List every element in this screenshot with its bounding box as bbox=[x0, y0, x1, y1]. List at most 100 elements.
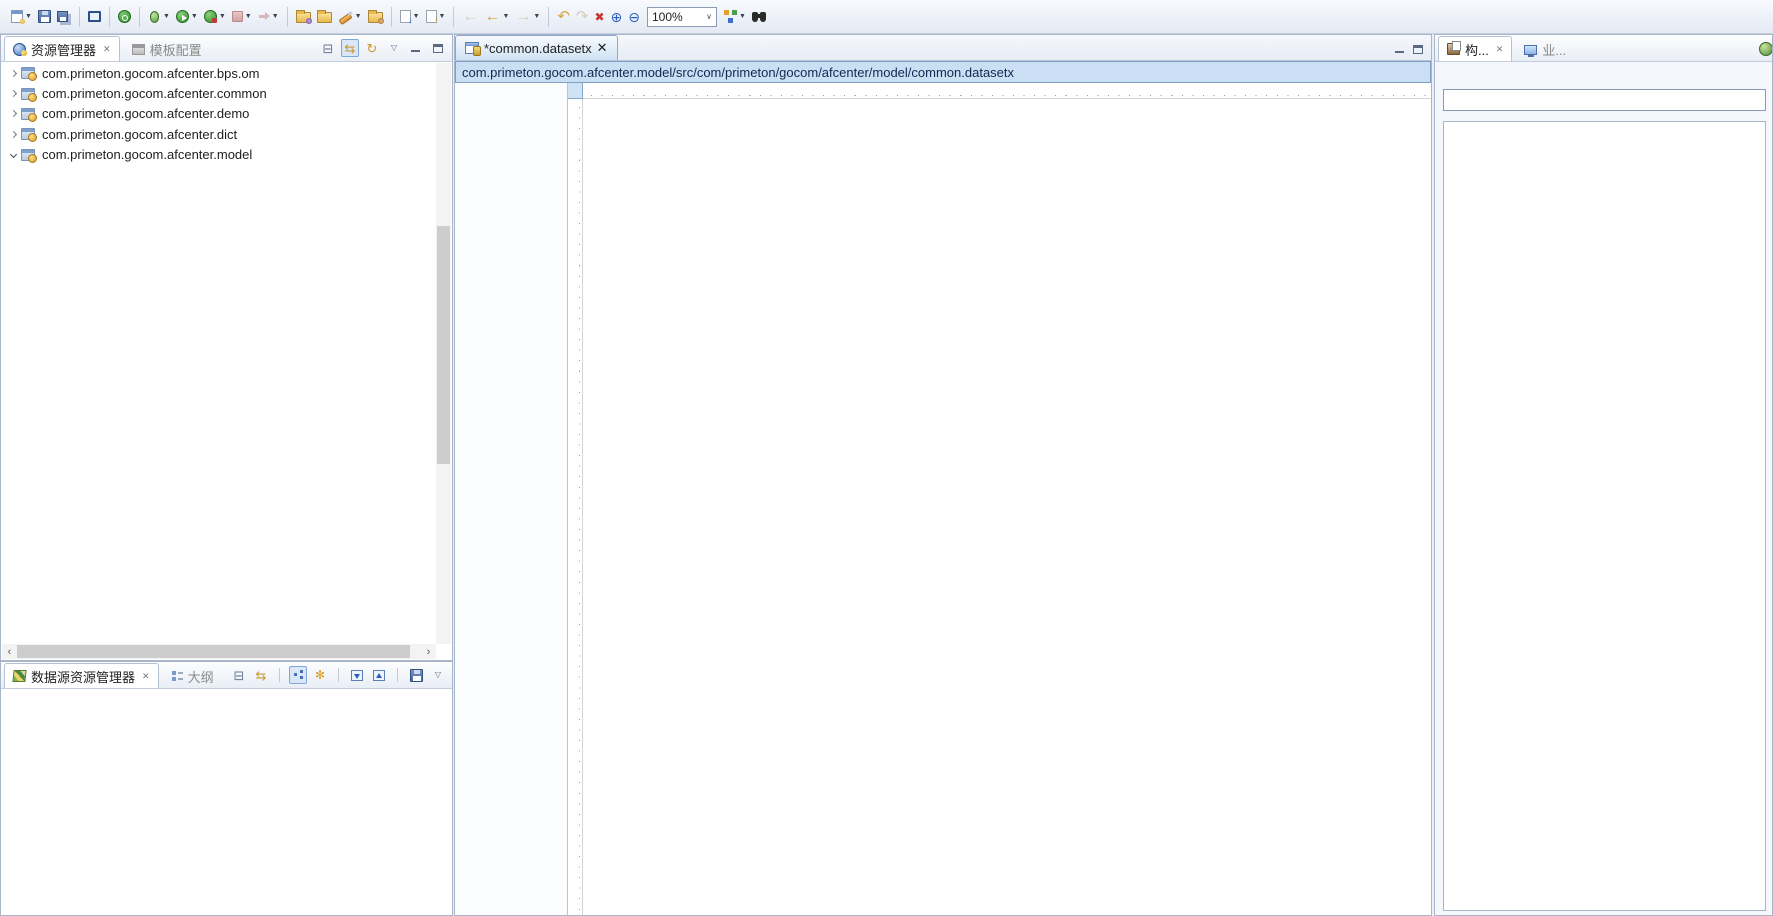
breadcrumb[interactable]: com.primeton.gocom.afcenter.model/src/co… bbox=[455, 61, 1431, 83]
datasource-tree bbox=[2, 692, 451, 914]
dropdown-arrow-icon[interactable]: ▼ bbox=[502, 13, 509, 20]
dropdown-arrow-icon[interactable]: ▼ bbox=[533, 13, 540, 20]
dropdown-arrow-icon[interactable]: ▼ bbox=[739, 13, 746, 20]
explorer-vscrollbar-thumb[interactable] bbox=[437, 226, 450, 464]
dropdown-arrow-icon[interactable]: ▼ bbox=[245, 13, 252, 20]
collapse-all-button[interactable]: ⊟ bbox=[230, 666, 248, 684]
forward-button[interactable]: →▼ bbox=[512, 6, 543, 28]
collapsed-arrow-icon[interactable] bbox=[6, 91, 21, 96]
stop-button[interactable]: ▼ bbox=[229, 8, 255, 25]
collapse-all-button[interactable]: ⊟ bbox=[319, 39, 337, 57]
tree-item[interactable]: com.primeton.gocom.afcenter.common bbox=[2, 83, 436, 103]
folder-plain-button[interactable] bbox=[314, 7, 335, 26]
redo-button[interactable]: ↷ bbox=[573, 6, 592, 27]
tab-common-datasetx[interactable]: *common.datasetx ✕ bbox=[455, 35, 618, 60]
link-editor-button[interactable]: ⇆ bbox=[341, 39, 359, 57]
menu-button[interactable]: ▽ bbox=[429, 666, 447, 684]
tree-item[interactable]: com.primeton.gocom.afcenter.dict bbox=[2, 124, 436, 144]
collapsed-arrow-icon[interactable] bbox=[6, 132, 21, 137]
toolbar-separator bbox=[391, 7, 392, 27]
link-editor-button[interactable]: ⇆ bbox=[252, 666, 270, 684]
tab-resource-explorer[interactable]: 资源管理器 ✕ bbox=[4, 36, 120, 61]
debug-button[interactable]: ▼ bbox=[145, 8, 173, 26]
export-button[interactable] bbox=[370, 666, 388, 684]
step-button[interactable]: ▼ bbox=[255, 8, 282, 25]
delete-icon: ✖ bbox=[594, 11, 604, 23]
back-pale-button[interactable]: ← bbox=[459, 6, 481, 28]
collapsed-arrow-icon[interactable] bbox=[6, 111, 21, 116]
toolbar-separator bbox=[338, 668, 339, 682]
redo-icon: ↷ bbox=[576, 9, 589, 24]
explorer-hscrollbar-thumb[interactable] bbox=[17, 645, 410, 658]
tab-components[interactable]: 构... ✕ bbox=[1438, 36, 1512, 61]
tab-template-config[interactable]: 模板配置 bbox=[123, 36, 211, 61]
close-icon[interactable]: ✕ bbox=[1496, 44, 1504, 55]
tab-partial[interactable] bbox=[1750, 36, 1772, 61]
dropdown-arrow-icon[interactable]: ▼ bbox=[25, 13, 32, 20]
diagram-canvas[interactable] bbox=[568, 83, 1431, 915]
dropdown-arrow-icon[interactable]: ▼ bbox=[191, 13, 198, 20]
save-button[interactable] bbox=[35, 7, 54, 26]
minimize-icon[interactable] bbox=[1395, 45, 1405, 54]
editor-tab-label: *common.datasetx bbox=[484, 41, 592, 56]
close-icon[interactable]: ✕ bbox=[597, 40, 608, 56]
tab-business[interactable]: 业... bbox=[1515, 36, 1575, 61]
undo-button[interactable]: ↶ bbox=[554, 6, 573, 27]
scroll-left-icon[interactable]: ‹ bbox=[2, 644, 17, 659]
explorer-hscrollbar[interactable]: ‹ › bbox=[2, 644, 436, 659]
tree-item[interactable]: com.primeton.gocom.afcenter.bps.om bbox=[2, 63, 436, 83]
start-server-button[interactable] bbox=[115, 7, 134, 26]
connect-button[interactable]: ✻ bbox=[311, 666, 329, 684]
min-button[interactable] bbox=[407, 39, 425, 57]
dropdown-arrow-icon[interactable]: ▼ bbox=[272, 13, 279, 20]
components-icon bbox=[1447, 43, 1460, 55]
maximize-icon[interactable] bbox=[1413, 45, 1423, 54]
component-search-input[interactable] bbox=[1443, 89, 1766, 111]
expanded-arrow-icon[interactable] bbox=[6, 152, 21, 157]
open-folder-button[interactable] bbox=[293, 7, 314, 26]
checkin-button[interactable]: ▼ bbox=[397, 7, 423, 26]
diagram-area[interactable] bbox=[583, 99, 1431, 915]
save-conn-button[interactable] bbox=[407, 666, 425, 684]
close-icon[interactable]: ✕ bbox=[142, 671, 150, 682]
zoom-out-button[interactable]: ⊖ bbox=[625, 7, 643, 27]
console-button[interactable] bbox=[85, 8, 104, 25]
max-button[interactable] bbox=[429, 39, 447, 57]
zoom-level-combo[interactable]: 100%∨ bbox=[647, 7, 717, 27]
dropdown-arrow-icon[interactable]: ▼ bbox=[413, 13, 420, 20]
max-icon bbox=[433, 44, 443, 53]
application-window: ▼▼▼▼▼▼▼▼▼←←▼→▼↶↷✖⊕⊖100%∨▼ 资源管理器 ✕ 模板配置 ⊟… bbox=[0, 0, 1773, 916]
zoom-in-button[interactable]: ⊕ bbox=[608, 7, 626, 27]
import-button[interactable] bbox=[348, 666, 366, 684]
back-button[interactable]: ←▼ bbox=[481, 6, 512, 28]
layout-button[interactable]: ▼ bbox=[721, 7, 749, 26]
menu-button[interactable]: ▽ bbox=[385, 39, 403, 57]
save-all-button[interactable] bbox=[54, 8, 74, 25]
dropdown-arrow-icon[interactable]: ▼ bbox=[163, 13, 170, 20]
dropdown-arrow-icon[interactable]: ▼ bbox=[219, 13, 226, 20]
search-button[interactable] bbox=[749, 8, 770, 26]
right-tabbar: 构... ✕ 业... bbox=[1435, 35, 1772, 62]
console-icon bbox=[88, 11, 101, 22]
dropdown-arrow-icon[interactable]: ▼ bbox=[439, 13, 446, 20]
profile-icon bbox=[204, 10, 217, 23]
checkout-button[interactable]: ▼ bbox=[423, 7, 449, 26]
scroll-right-icon[interactable]: › bbox=[421, 644, 436, 659]
tab-datasource-explorer[interactable]: 数据源资源管理器 ✕ bbox=[4, 663, 159, 688]
tree-item[interactable]: com.primeton.gocom.afcenter.demo bbox=[2, 104, 436, 124]
tree-mode-button[interactable] bbox=[289, 666, 307, 684]
new-button[interactable]: ▼ bbox=[8, 7, 35, 26]
profile-button[interactable]: ▼ bbox=[201, 7, 229, 26]
tab-outline[interactable]: 大纲 bbox=[162, 663, 223, 688]
dropdown-arrow-icon[interactable]: ▼ bbox=[355, 13, 362, 20]
deploy-button[interactable]: ▼ bbox=[335, 7, 365, 27]
forward-icon: → bbox=[515, 9, 531, 25]
folder-ball-button[interactable] bbox=[365, 7, 386, 26]
tree-item[interactable]: com.primeton.gocom.afcenter.model bbox=[2, 145, 436, 165]
close-icon[interactable]: ✕ bbox=[103, 44, 111, 55]
delete-button[interactable]: ✖ bbox=[591, 8, 607, 26]
collapsed-arrow-icon[interactable] bbox=[6, 71, 21, 76]
run-button[interactable]: ▼ bbox=[173, 7, 201, 26]
refresh-button[interactable]: ↻ bbox=[363, 39, 381, 57]
explorer-vscrollbar[interactable] bbox=[436, 63, 451, 644]
